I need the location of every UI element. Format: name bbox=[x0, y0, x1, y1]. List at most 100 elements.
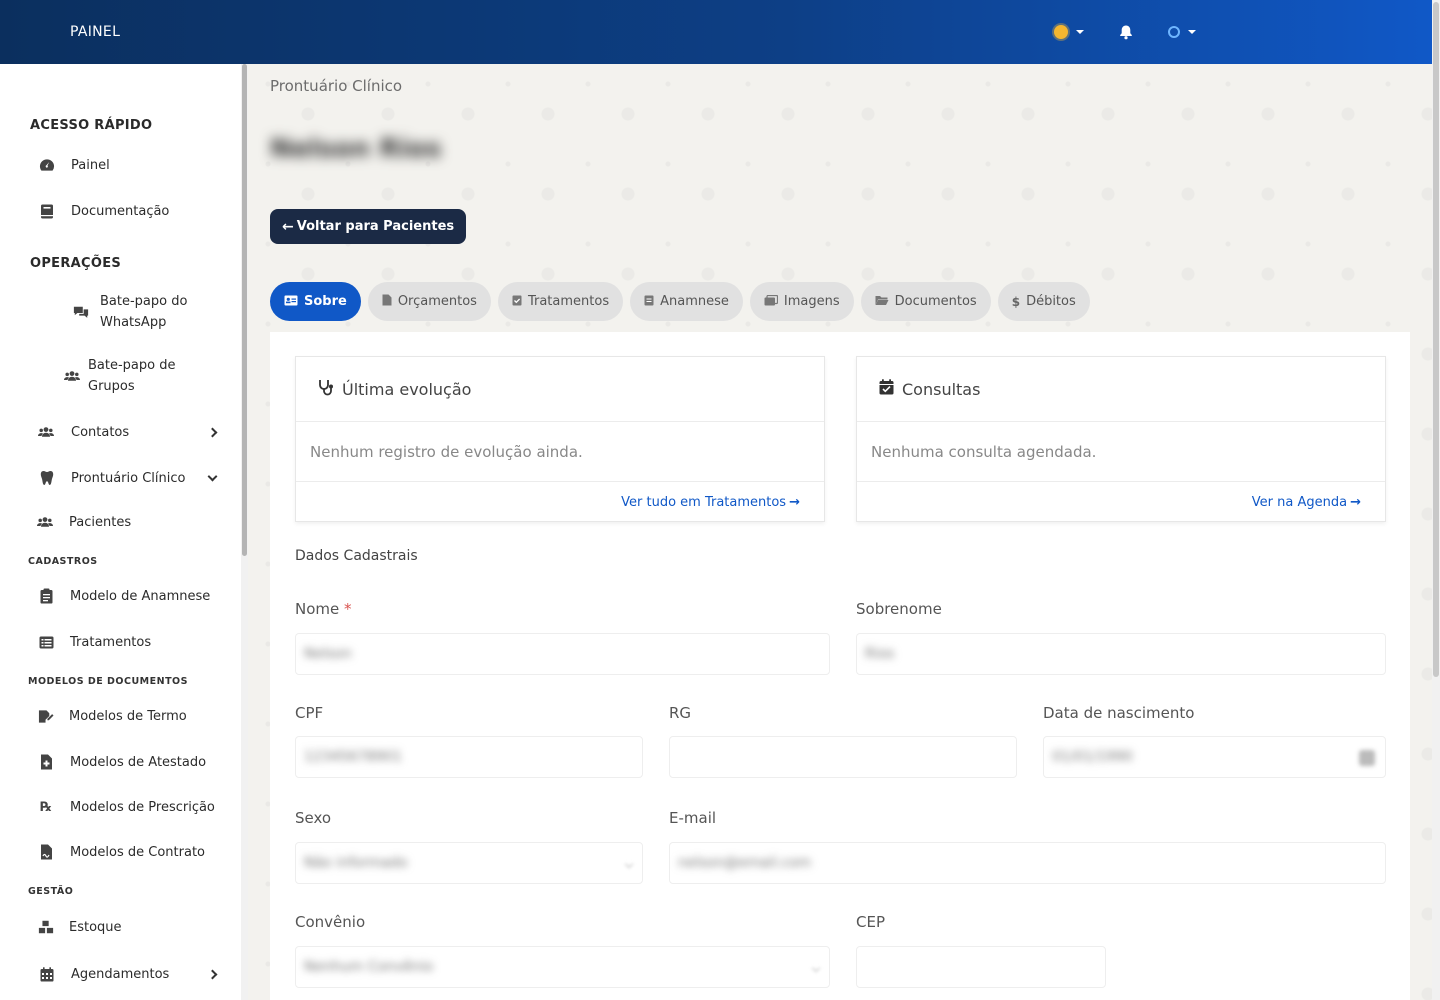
rg-input[interactable] bbox=[669, 736, 1017, 778]
list-alt-icon bbox=[38, 634, 54, 650]
label-text: Nome bbox=[295, 600, 340, 618]
sobrenome-input[interactable]: Rios bbox=[856, 633, 1386, 675]
tab-documentos[interactable]: Documentos bbox=[860, 282, 991, 321]
chevron-down-icon bbox=[811, 963, 821, 973]
sidebar-item-label: Documentação bbox=[71, 203, 170, 219]
back-button-label: Voltar para Pacientes bbox=[296, 219, 455, 234]
cpf-input[interactable]: 12345678901 bbox=[295, 736, 643, 778]
sidebar-item-modelos-atestado[interactable]: Modelos de Atestado bbox=[0, 751, 240, 773]
dollar-icon: $ bbox=[1011, 294, 1021, 309]
arrow-right-icon: → bbox=[1350, 494, 1361, 510]
sun-icon bbox=[1054, 25, 1068, 39]
tab-label: Débitos bbox=[1026, 294, 1076, 309]
tooth-icon bbox=[39, 470, 55, 486]
birthdate-input[interactable]: 01/01/1990 bbox=[1043, 736, 1386, 778]
input-value: Rios bbox=[865, 646, 895, 662]
email-label: E-mail bbox=[669, 809, 717, 827]
tab-sobre[interactable]: Sobre bbox=[270, 282, 361, 321]
tab-anamnese[interactable]: Anamnese bbox=[630, 282, 743, 321]
images-icon bbox=[764, 294, 778, 309]
view-agenda-link[interactable]: Ver na Agenda → bbox=[857, 482, 1385, 522]
sidebar-item-label: Contatos bbox=[71, 424, 130, 440]
clipboard-check-icon bbox=[512, 294, 522, 309]
sidebar-item-estoque[interactable]: Estoque bbox=[0, 916, 240, 938]
sidebar-scrollbar[interactable] bbox=[241, 64, 248, 1000]
stethoscope-icon bbox=[318, 379, 334, 400]
cep-input[interactable] bbox=[856, 946, 1106, 988]
chevron-right-icon bbox=[207, 427, 218, 437]
sidebar-item-label: Pacientes bbox=[69, 514, 132, 530]
page-scrollbar-thumb[interactable] bbox=[1433, 2, 1439, 677]
language-selector[interactable] bbox=[1168, 26, 1196, 38]
calendar-icon bbox=[39, 966, 55, 982]
sexo-label: Sexo bbox=[295, 809, 332, 827]
link-label: Ver na Agenda bbox=[1251, 494, 1348, 510]
sidebar-scrollbar-thumb[interactable] bbox=[242, 64, 247, 556]
tab-tratamentos[interactable]: Tratamentos bbox=[497, 282, 624, 321]
nome-input[interactable]: Nelson bbox=[295, 633, 830, 675]
sidebar-item-label: Modelos de Atestado bbox=[70, 754, 207, 770]
email-input[interactable]: nelson@email.com bbox=[669, 842, 1386, 884]
sidebar-item-label: Bate-papo do bbox=[100, 294, 188, 309]
tab-label: Sobre bbox=[304, 294, 347, 309]
convenio-select[interactable]: Nenhum Convênio bbox=[295, 946, 830, 988]
sidebar-item-whatsapp-chat[interactable]: Bate-papo do WhatsApp bbox=[0, 290, 240, 334]
chat-bubbles-icon bbox=[73, 304, 89, 320]
sidebar-item-group-chat[interactable]: Bate-papo de Grupos bbox=[0, 354, 240, 398]
page-scrollbar[interactable] bbox=[1432, 0, 1440, 1000]
sidebar-item-label: WhatsApp bbox=[100, 315, 167, 330]
sidebar-item-agendamentos[interactable]: Agendamentos bbox=[0, 963, 240, 985]
section-modelos-documentos: MODELOS DE DOCUMENTOS bbox=[28, 676, 188, 687]
brand-title[interactable]: PAINEL bbox=[70, 24, 120, 40]
users-icon bbox=[38, 424, 54, 440]
chevron-right-icon bbox=[207, 969, 218, 979]
tab-debitos[interactable]: $ Débitos bbox=[997, 282, 1090, 321]
tab-label: Tratamentos bbox=[527, 294, 610, 309]
sidebar-item-label: Modelos de Contrato bbox=[70, 844, 206, 860]
gauge-icon bbox=[39, 157, 55, 173]
card-title: Consultas bbox=[902, 379, 981, 399]
tab-label: Documentos bbox=[894, 294, 977, 309]
sidebar-item-modelos-termo[interactable]: Modelos de Termo bbox=[0, 705, 240, 727]
appointments-card: Consultas Nenhuma consulta agendada. Ver… bbox=[856, 356, 1386, 522]
sidebar-item-pacientes[interactable]: Pacientes bbox=[0, 511, 240, 533]
back-to-patients-button[interactable]: ← Voltar para Pacientes bbox=[270, 209, 467, 244]
folder-open-icon bbox=[875, 295, 889, 309]
sexo-select[interactable]: Não informado bbox=[295, 842, 643, 884]
globe-icon bbox=[1168, 26, 1180, 38]
section-operacoes: OPERAÇÕES bbox=[30, 256, 122, 271]
section-acesso-rapido: ACESSO RÁPIDO bbox=[30, 118, 153, 133]
card-empty-text: Nenhum registro de evolução ainda. bbox=[296, 422, 824, 482]
sidebar-item-tratamentos[interactable]: Tratamentos bbox=[0, 631, 240, 653]
clipboard-list-icon bbox=[38, 588, 54, 604]
card-empty-text: Nenhuma consulta agendada. bbox=[857, 422, 1385, 482]
sidebar-item-label: Bate-papo de bbox=[88, 358, 176, 373]
sidebar-item-painel[interactable]: Painel bbox=[0, 154, 240, 176]
sidebar-item-prontuario[interactable]: Prontuário Clínico bbox=[0, 467, 240, 489]
input-value: nelson@email.com bbox=[678, 855, 812, 871]
section-cadastros: CADASTROS bbox=[28, 556, 98, 567]
notifications-button[interactable] bbox=[1118, 24, 1134, 40]
link-label: Ver tudo em Tratamentos bbox=[621, 494, 787, 510]
sidebar-item-contatos[interactable]: Contatos bbox=[0, 421, 240, 443]
tab-orcamentos[interactable]: Orçamentos bbox=[367, 282, 491, 321]
caret-down-icon bbox=[1188, 30, 1196, 34]
input-value: 01/01/1990 bbox=[1052, 749, 1133, 765]
sidebar-item-modelo-anamnese[interactable]: Modelo de Anamnese bbox=[0, 585, 240, 607]
patient-name: Nelson Rios bbox=[270, 134, 442, 164]
file-invoice-icon bbox=[382, 294, 392, 309]
view-all-treatments-link[interactable]: Ver tudo em Tratamentos → bbox=[296, 482, 824, 522]
sidebar-item-modelos-prescricao[interactable]: ℞ Modelos de Prescrição bbox=[0, 796, 240, 818]
theme-toggle[interactable] bbox=[1054, 25, 1084, 39]
nome-label: Nome * bbox=[295, 600, 352, 618]
book-icon bbox=[39, 203, 55, 219]
tab-imagens[interactable]: Imagens bbox=[749, 282, 854, 321]
calendar-icon[interactable] bbox=[1359, 750, 1375, 766]
input-value: Nelson bbox=[304, 646, 352, 662]
patient-details-panel: Última evolução Nenhum registro de evolu… bbox=[270, 332, 1410, 1000]
sidebar-item-documentacao[interactable]: Documentação bbox=[0, 200, 240, 222]
calendar-check-icon bbox=[879, 379, 894, 399]
sidebar-item-modelos-contrato[interactable]: Modelos de Contrato bbox=[0, 841, 240, 863]
breadcrumb: Prontuário Clínico bbox=[270, 77, 403, 95]
section-gestao: GESTÃO bbox=[28, 886, 74, 897]
